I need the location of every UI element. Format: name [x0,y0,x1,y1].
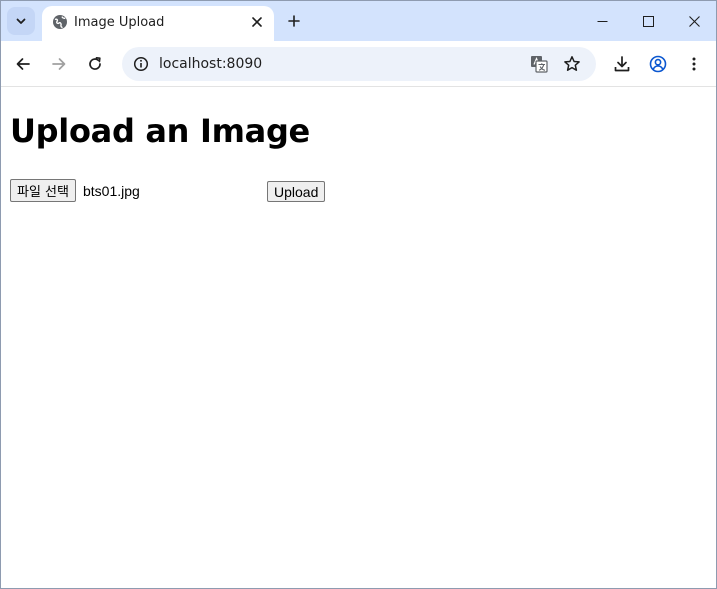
chevron-down-icon [16,18,26,24]
browser-window: Image Upload localhost:8090 Upload an Im… [0,0,717,589]
tab-strip: Image Upload [1,1,716,41]
tab-search-button[interactable] [7,7,35,35]
selected-file-name: bts01.jpg [83,183,140,199]
plus-icon [288,15,300,27]
browser-toolbar: localhost:8090 [1,41,716,87]
downloads-button[interactable] [608,50,636,78]
translate-button[interactable] [528,53,550,75]
arrow-right-icon [52,58,66,70]
maximize-button[interactable] [625,1,671,41]
profile-button[interactable] [644,50,672,78]
arrow-left-icon [16,58,30,70]
close-icon [688,15,700,27]
profile-icon [649,55,667,73]
minimize-button[interactable] [579,1,625,41]
site-info-button[interactable] [130,53,152,75]
upload-button[interactable]: Upload [267,181,326,202]
page-content: Upload an Image 파일 선택 bts01.jpg Upload [1,88,716,588]
page-title: Upload an Image [10,112,310,150]
address-bar[interactable]: localhost:8090 [122,47,596,81]
maximize-icon [642,15,654,27]
kebab-menu-icon [692,57,696,71]
back-button[interactable] [9,50,37,78]
info-icon [133,56,149,72]
globe-icon [53,15,67,29]
close-window-button[interactable] [671,1,716,41]
choose-file-button[interactable]: 파일 선택 [10,179,76,202]
bookmark-button[interactable] [561,53,583,75]
minimize-icon [597,20,607,22]
translate-icon [531,56,548,73]
menu-button[interactable] [680,50,708,78]
tab-active[interactable]: Image Upload [42,6,274,41]
reload-button[interactable] [81,50,109,78]
reload-icon [89,56,101,70]
close-icon [252,17,262,27]
download-icon [614,56,630,72]
forward-button[interactable] [45,50,73,78]
url-text[interactable]: localhost:8090 [159,56,262,72]
new-tab-button[interactable] [283,10,305,32]
tab-title: Image Upload [74,15,165,30]
close-tab-button[interactable] [248,13,266,31]
star-icon [564,56,580,71]
